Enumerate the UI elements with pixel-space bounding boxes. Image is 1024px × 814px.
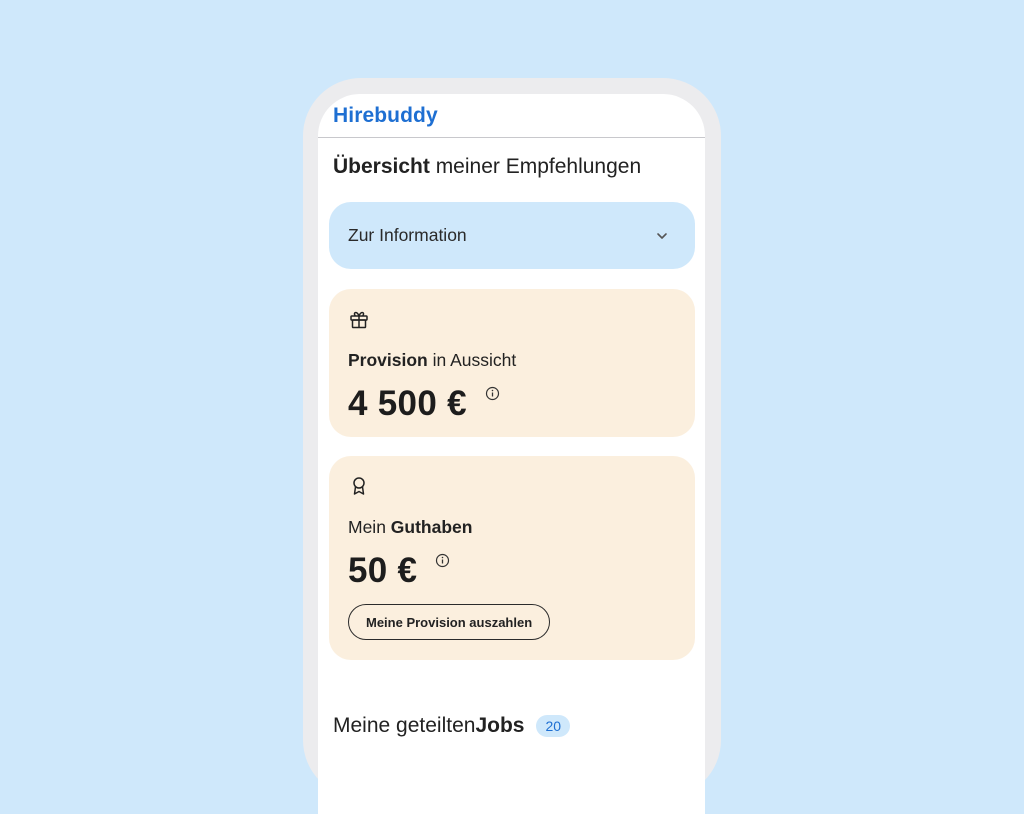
credit-card: Mein Guthaben 50 € Meine Provision ausza… xyxy=(329,456,695,660)
app-header: Hirebuddy xyxy=(318,94,705,138)
credit-label: Mein Guthaben xyxy=(348,517,472,538)
info-icon[interactable] xyxy=(435,553,450,568)
phone-frame: Hirebuddy Übersicht meiner Empfehlungen … xyxy=(303,78,721,814)
provision-label-rest: in Aussicht xyxy=(427,350,517,370)
credit-amount-row: 50 € xyxy=(348,551,450,591)
shared-jobs-title-rest: Meine geteilten xyxy=(333,714,476,737)
gift-icon xyxy=(350,311,368,329)
jobs-count-badge: 20 xyxy=(536,715,571,737)
provision-amount-row: 4 500 € xyxy=(348,384,500,424)
award-icon xyxy=(353,477,365,495)
page-title-bold: Übersicht xyxy=(333,155,430,178)
credit-label-rest: Mein xyxy=(348,517,391,537)
provision-amount: 4 500 € xyxy=(348,384,467,423)
page-title: Übersicht meiner Empfehlungen xyxy=(333,155,705,179)
provision-label-bold: Provision xyxy=(348,350,428,370)
credit-amount: 50 € xyxy=(348,551,418,590)
provision-label: Provision in Aussicht xyxy=(348,350,516,371)
shared-jobs-heading: Meine geteilten Jobs 20 xyxy=(333,714,571,738)
page-title-rest: meiner Empfehlungen xyxy=(429,155,642,178)
info-icon[interactable] xyxy=(485,386,500,401)
payout-button[interactable]: Meine Provision auszahlen xyxy=(348,604,551,640)
chevron-down-icon xyxy=(657,232,667,239)
shared-jobs-title-bold: Jobs xyxy=(475,714,525,737)
info-accordion[interactable]: Zur Information xyxy=(329,202,695,269)
provision-card: Provision in Aussicht 4 500 € xyxy=(329,289,695,437)
app-screen: Hirebuddy Übersicht meiner Empfehlungen … xyxy=(318,94,705,814)
brand-logo[interactable]: Hirebuddy xyxy=(333,104,438,127)
info-accordion-label: Zur Information xyxy=(348,225,467,245)
credit-label-bold: Guthaben xyxy=(390,517,473,537)
